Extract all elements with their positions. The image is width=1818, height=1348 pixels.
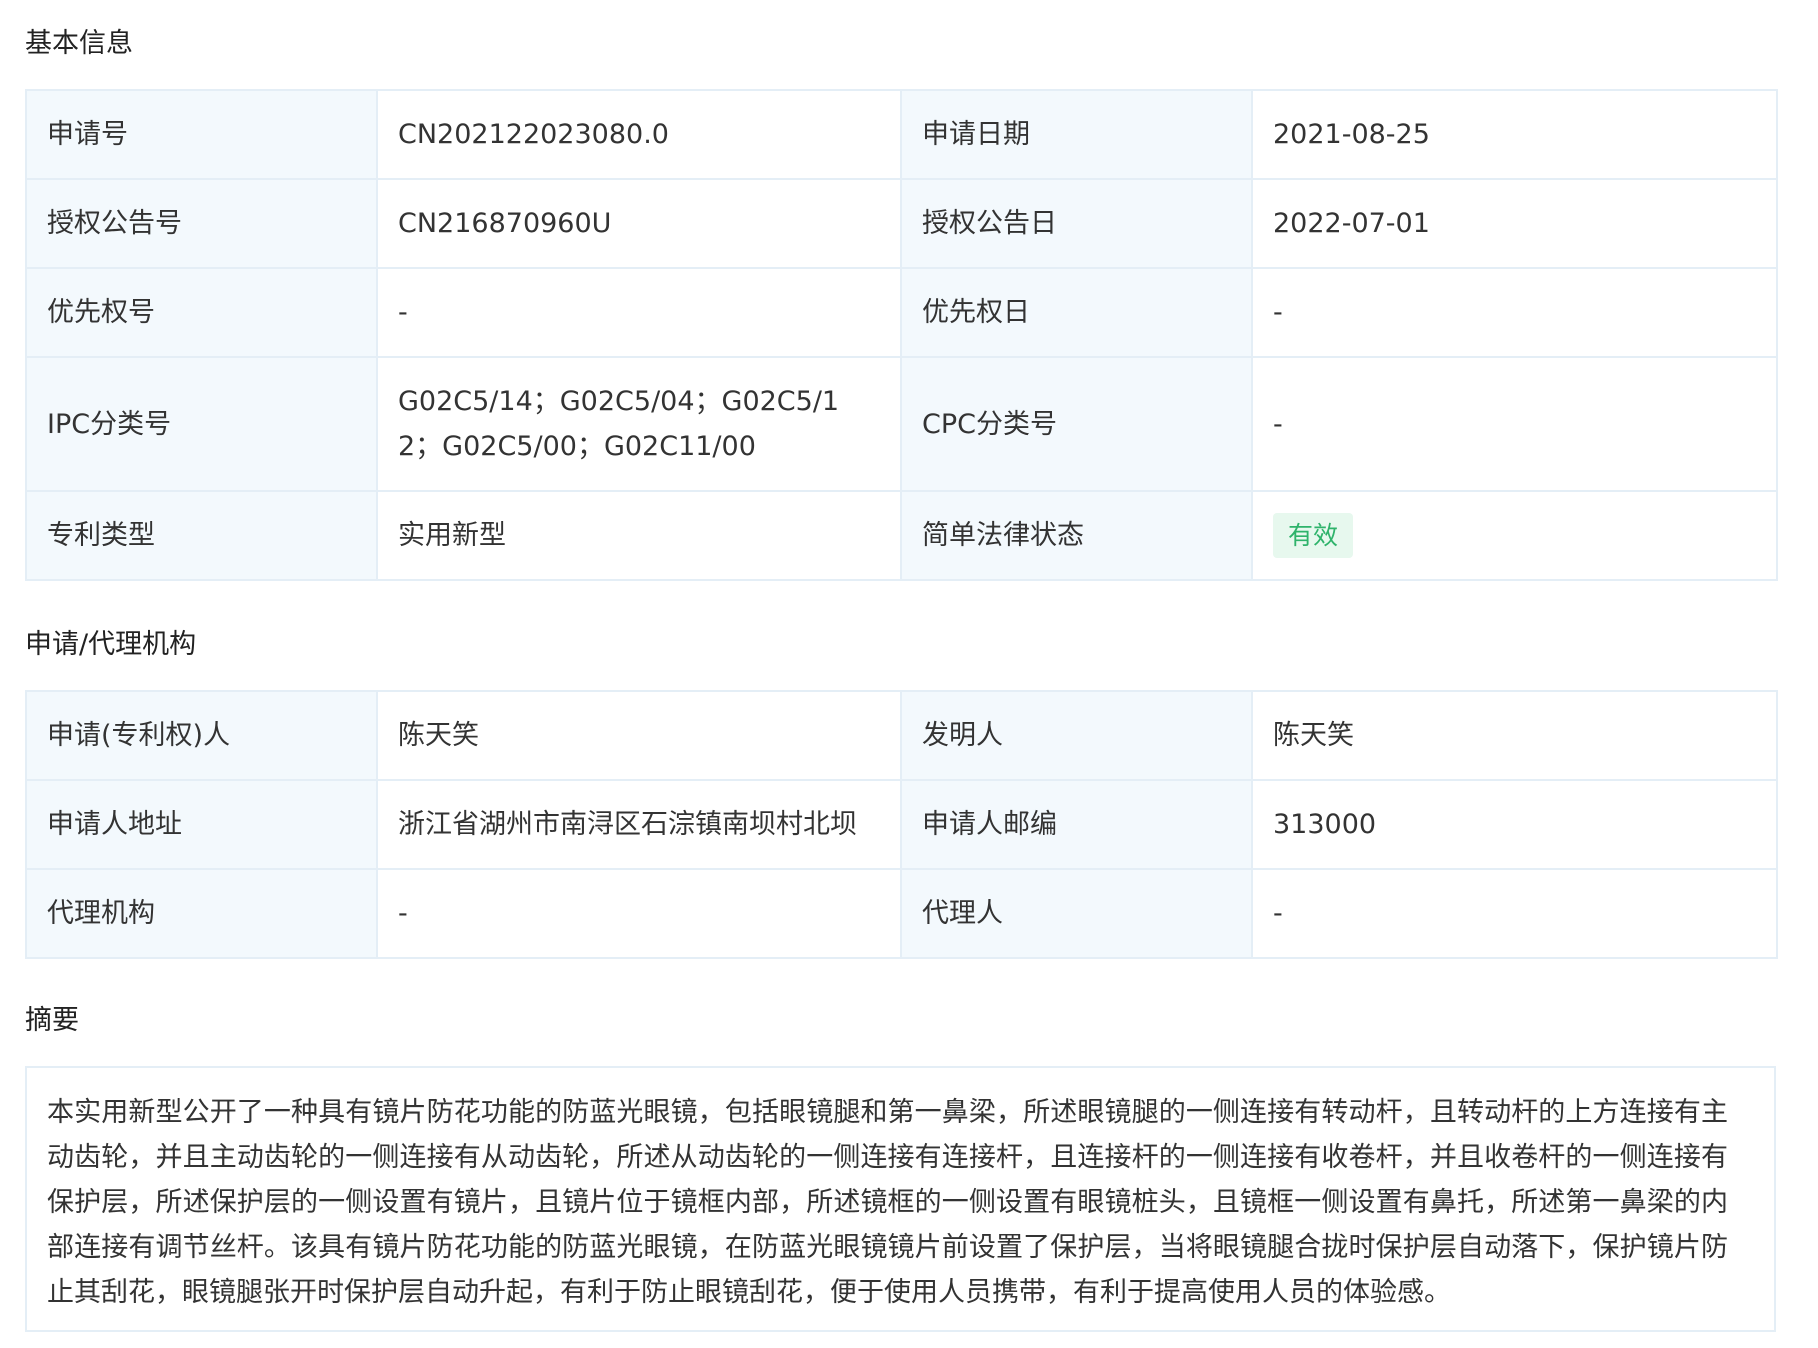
table-row: 申请(专利权)人 陈天笑 发明人 陈天笑	[25, 690, 1778, 781]
field-label: CPC分类号	[900, 356, 1253, 492]
section-title-basic-info: 基本信息	[25, 28, 133, 59]
org-info-table: 申请(专利权)人 陈天笑 发明人 陈天笑 申请人地址 浙江省湖州市南浔区石淙镇南…	[25, 690, 1778, 959]
table-row: 优先权号 - 优先权日 -	[25, 267, 1778, 358]
field-label: 授权公告号	[25, 178, 378, 269]
applicant-address-value: 浙江省湖州市南浔区石淙镇南坝村北坝	[376, 779, 902, 870]
field-label: 发明人	[900, 690, 1253, 781]
patent-detail-page: 基本信息 申请号 CN202122023080.0 申请日期 2021-08-2…	[0, 0, 1818, 1348]
application-number-value: CN202122023080.0	[376, 89, 902, 180]
table-row: 代理机构 - 代理人 -	[25, 868, 1778, 959]
priority-number-value: -	[376, 267, 902, 358]
field-label: 申请人邮编	[900, 779, 1253, 870]
grant-number-value: CN216870960U	[376, 178, 902, 269]
table-row: IPC分类号 G02C5/14；G02C5/04；G02C5/12；G02C5/…	[25, 356, 1778, 492]
cpc-classification-value: -	[1251, 356, 1778, 492]
table-row: 专利类型 实用新型 简单法律状态 有效	[25, 490, 1778, 581]
field-label: 申请(专利权)人	[25, 690, 378, 781]
application-date-value: 2021-08-25	[1251, 89, 1778, 180]
field-label: 申请人地址	[25, 779, 378, 870]
field-label: 代理机构	[25, 868, 378, 959]
ipc-classification-value: G02C5/14；G02C5/04；G02C5/12；G02C5/00；G02C…	[376, 356, 902, 492]
field-label: 优先权号	[25, 267, 378, 358]
field-label: 申请号	[25, 89, 378, 180]
field-label: 授权公告日	[900, 178, 1253, 269]
section-title-org-info: 申请/代理机构	[25, 629, 197, 660]
field-label: 优先权日	[900, 267, 1253, 358]
grant-date-value: 2022-07-01	[1251, 178, 1778, 269]
table-row: 授权公告号 CN216870960U 授权公告日 2022-07-01	[25, 178, 1778, 269]
field-label: 专利类型	[25, 490, 378, 581]
inventor-value: 陈天笑	[1251, 690, 1778, 781]
legal-status-cell: 有效	[1251, 490, 1778, 581]
basic-info-table: 申请号 CN202122023080.0 申请日期 2021-08-25 授权公…	[25, 89, 1778, 581]
table-row: 申请号 CN202122023080.0 申请日期 2021-08-25	[25, 89, 1778, 180]
abstract-text: 本实用新型公开了一种具有镜片防花功能的防蓝光眼镜，包括眼镜腿和第一鼻梁，所述眼镜…	[25, 1066, 1776, 1332]
agent-value: -	[1251, 868, 1778, 959]
field-label: 简单法律状态	[900, 490, 1253, 581]
status-badge: 有效	[1273, 513, 1354, 558]
patent-type-value: 实用新型	[376, 490, 902, 581]
applicant-postcode-value: 313000	[1251, 779, 1778, 870]
table-row: 申请人地址 浙江省湖州市南浔区石淙镇南坝村北坝 申请人邮编 313000	[25, 779, 1778, 870]
applicant-value: 陈天笑	[376, 690, 902, 781]
agency-value: -	[376, 868, 902, 959]
priority-date-value: -	[1251, 267, 1778, 358]
field-label: 代理人	[900, 868, 1253, 959]
section-title-abstract: 摘要	[25, 1005, 79, 1036]
field-label: IPC分类号	[25, 356, 378, 492]
field-label: 申请日期	[900, 89, 1253, 180]
